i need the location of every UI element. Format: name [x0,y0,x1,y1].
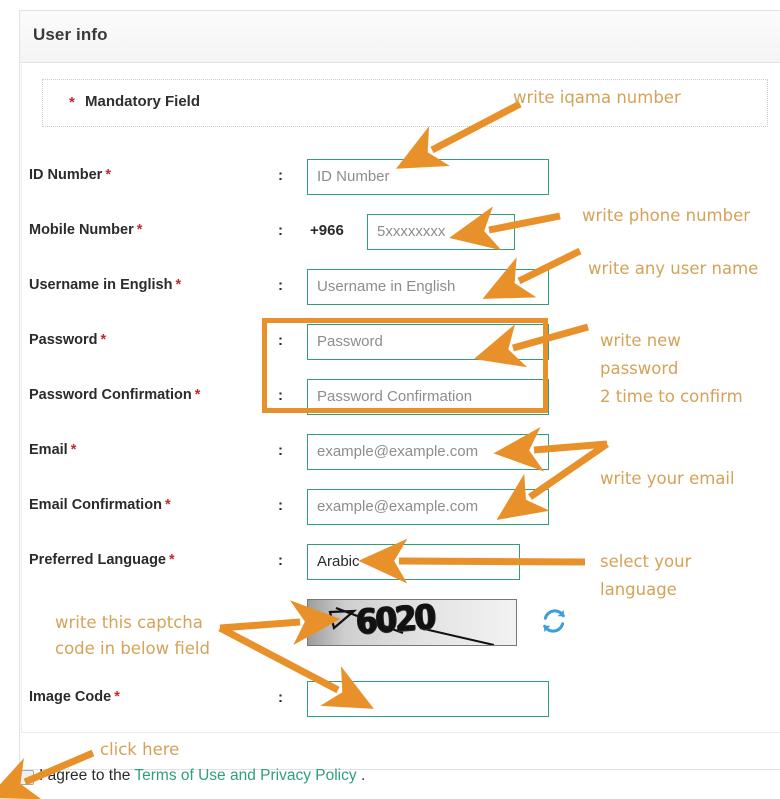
input-password-confirmation[interactable]: Password Confirmation [307,379,549,415]
terms-and-privacy-link[interactable]: Terms of Use and Privacy Policy [134,767,356,784]
agreement-suffix: . [360,767,366,784]
required-asterisk: * [105,167,111,183]
input-password-confirmation-placeholder: Password Confirmation [317,388,473,405]
input-password[interactable]: Password [307,324,549,360]
input-id-number[interactable]: ID Number [307,159,549,195]
colon-email: : [278,442,283,459]
required-asterisk: * [70,442,77,458]
label-email: Email * [29,442,77,458]
row-username: Username in English * : Username in Engli… [22,269,780,309]
row-image-code: Image Code * : [22,681,780,721]
input-username[interactable]: Username in English [307,269,549,305]
input-email-confirmation-placeholder: example@example.com [317,498,479,515]
input-password-placeholder: Password [317,333,383,350]
input-id-number-placeholder: ID Number [317,168,390,185]
required-asterisk: * [194,387,201,403]
input-email-confirmation[interactable]: example@example.com [307,489,549,525]
colon-id-number: : [278,167,283,184]
required-asterisk: * [164,497,171,513]
label-email-confirmation: Email Confirmation * [29,497,171,513]
required-asterisk: * [136,222,143,238]
page-title: User info [33,25,108,44]
form-panel: * Mandatory Field ID Number * : ID Number… [21,64,780,733]
colon-password-confirmation: : [278,387,283,404]
mandatory-star-icon: * [69,94,75,111]
required-asterisk: * [100,332,107,348]
terms-agreement-checkbox[interactable] [19,770,34,785]
required-asterisk: * [175,277,182,293]
row-password: Password * : Password [22,324,780,364]
agreement-text: I agree to the Terms of Use and Privacy … [39,767,365,785]
registration-page: User info * Mandatory Field ID Number * :… [0,0,780,799]
mandatory-field-notice: * Mandatory Field [42,79,768,127]
captcha-image: 6020 [307,599,517,646]
row-captcha: 6020 [22,599,780,649]
colon-email-confirmation: : [278,497,283,514]
refresh-icon[interactable] [540,607,568,635]
label-password: Password * [29,332,107,348]
label-image-code: Image Code * [29,689,120,705]
agreement-row: I agree to the Terms of Use and Privacy … [19,765,779,795]
chevron-down-icon [503,560,511,565]
colon-username: : [278,277,283,294]
row-password-confirmation: Password Confirmation * : Password Confir… [22,379,780,419]
label-password-confirmation: Password Confirmation * [29,387,201,403]
row-email-confirmation: Email Confirmation * : example@example.co… [22,489,780,529]
mandatory-field-label: Mandatory Field [85,93,201,110]
input-mobile-number-placeholder: 5xxxxxxxx [377,223,446,240]
label-preferred-language: Preferred Language * [29,552,175,568]
colon-mobile-number: : [278,222,283,239]
input-email[interactable]: example@example.com [307,434,549,470]
label-mobile-number: Mobile Number * [29,222,143,238]
input-email-placeholder: example@example.com [317,443,479,460]
label-id-number: ID Number * [29,167,111,183]
input-image-code[interactable] [307,681,549,717]
colon-preferred-language: : [278,552,283,569]
required-asterisk: * [114,689,120,705]
required-asterisk: * [169,552,175,568]
input-username-placeholder: Username in English [317,278,456,295]
label-username: Username in English * [29,277,182,293]
agreement-prefix: I agree to the [39,767,131,784]
select-preferred-language-value: Arabic [317,553,360,570]
user-info-card: User info * Mandatory Field ID Number * :… [19,10,780,770]
select-preferred-language[interactable]: Arabic [307,544,520,580]
row-preferred-language: Preferred Language * : Arabic [22,544,780,584]
row-id-number: ID Number * : ID Number [22,159,780,199]
country-code-label: +966 [310,222,344,239]
colon-password: : [278,332,283,349]
captcha-code-text: 6020 [354,599,436,643]
card-header: User info [20,11,780,63]
input-mobile-number[interactable]: 5xxxxxxxx [367,214,515,250]
row-mobile-number: Mobile Number * : +966 5xxxxxxxx [22,214,780,254]
colon-image-code: : [278,689,283,706]
row-email: Email * : example@example.com [22,434,780,474]
